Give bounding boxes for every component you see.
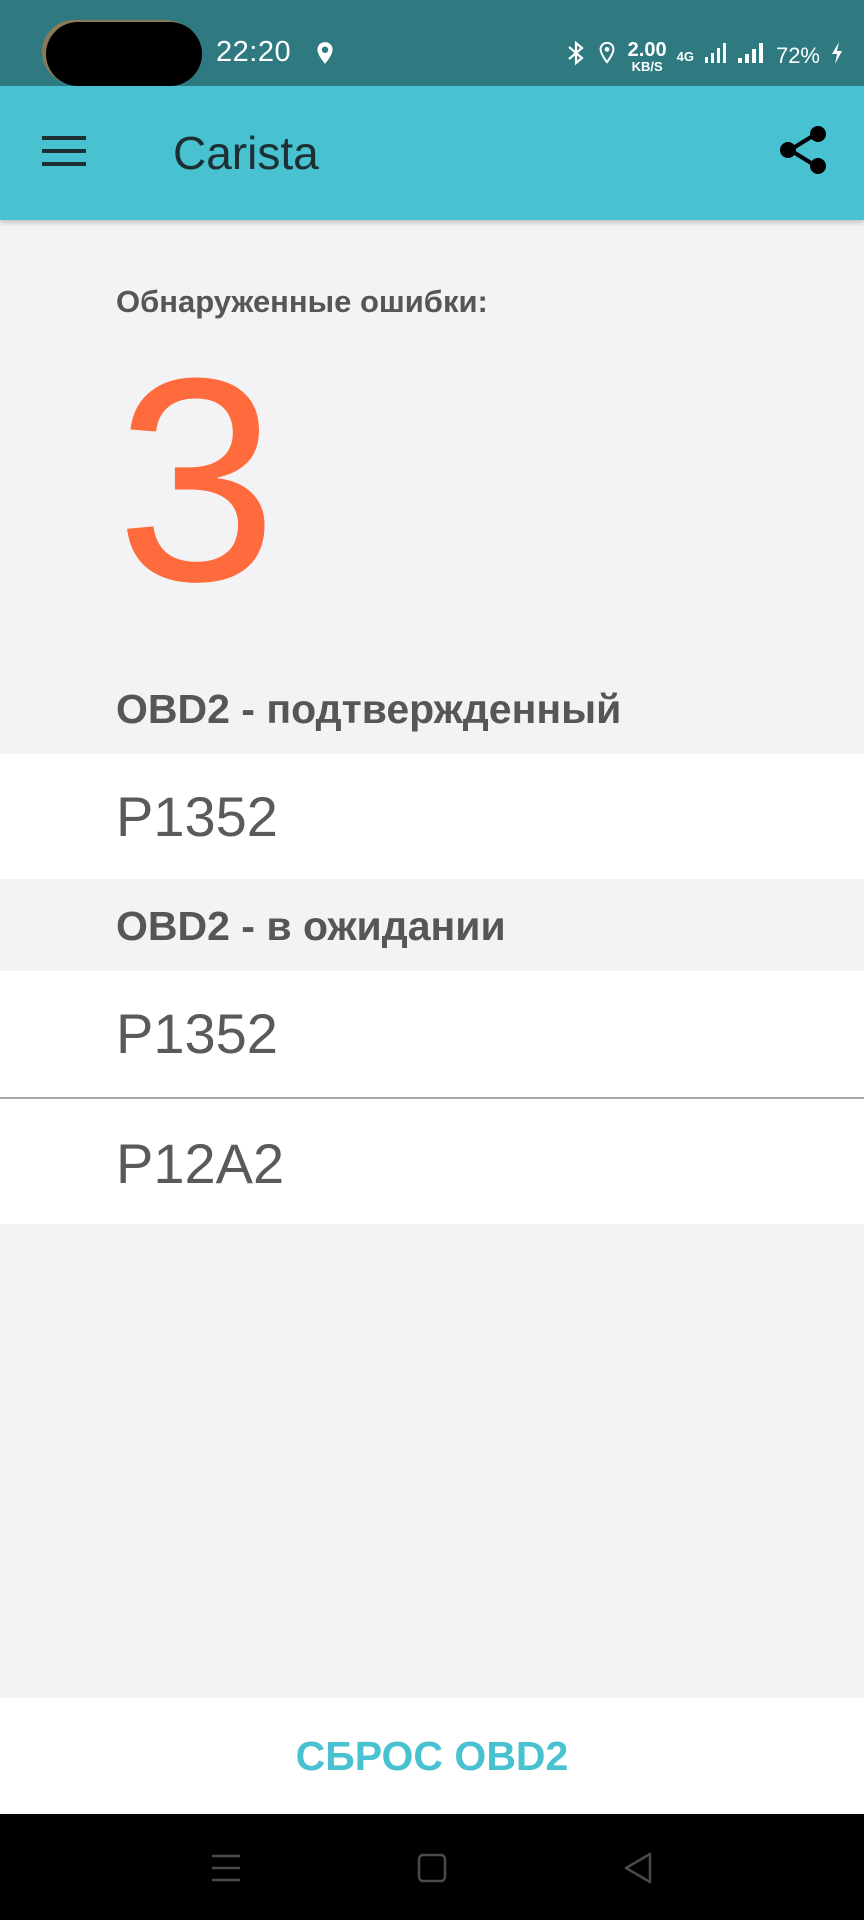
battery-level: 72% bbox=[775, 43, 820, 68]
net-speed-value: 2.00 bbox=[627, 38, 667, 61]
back-button[interactable] bbox=[612, 1842, 664, 1894]
network-type: 4G bbox=[676, 48, 694, 64]
recents-icon bbox=[212, 1854, 240, 1882]
recents-button[interactable] bbox=[200, 1842, 252, 1894]
error-code-row[interactable]: P1352 bbox=[0, 754, 864, 879]
bluetooth-icon bbox=[566, 40, 586, 72]
reset-obd2-button[interactable]: СБРОС OBD2 bbox=[0, 1698, 864, 1814]
share-icon bbox=[780, 126, 826, 174]
reset-bar: СБРОС OBD2 bbox=[0, 1698, 864, 1814]
error-code-row[interactable]: P1352 bbox=[0, 971, 864, 1098]
section-header-pending: OBD2 - в ожидании bbox=[116, 903, 506, 949]
home-button[interactable] bbox=[406, 1842, 458, 1894]
app-bar: Carista bbox=[0, 86, 864, 220]
status-bar: 22:20 2.00 KB/S 4G 72% bbox=[0, 0, 864, 86]
net-speed-unit: KB/S bbox=[631, 58, 663, 74]
camera-cutout bbox=[46, 22, 202, 86]
app-title: Carista bbox=[173, 127, 319, 179]
back-icon bbox=[624, 1852, 652, 1884]
status-icons: 2.00 KB/S 4G 72% bbox=[566, 36, 844, 76]
section-header-confirmed: OBD2 - подтвержденный bbox=[116, 686, 622, 732]
charging-icon bbox=[830, 41, 844, 71]
detected-errors-label: Обнаруженные ошибки: bbox=[116, 284, 488, 319]
net-speed: 2.00 KB/S bbox=[628, 40, 667, 73]
error-count: 3 bbox=[116, 318, 278, 642]
location-pin-icon bbox=[312, 40, 338, 71]
error-code: P12A2 bbox=[116, 1132, 285, 1195]
error-code: P1352 bbox=[116, 785, 278, 848]
share-button[interactable] bbox=[776, 122, 836, 182]
signal-strength-icon bbox=[704, 41, 726, 71]
home-icon bbox=[417, 1853, 447, 1883]
menu-button[interactable] bbox=[40, 130, 96, 174]
system-nav-bar bbox=[0, 1814, 864, 1920]
error-code-row[interactable]: P12A2 bbox=[0, 1099, 864, 1224]
signal-strength-icon-2 bbox=[736, 41, 766, 71]
error-code: P1352 bbox=[116, 1002, 278, 1065]
hamburger-menu-icon bbox=[42, 136, 86, 166]
status-time: 22:20 bbox=[216, 36, 292, 68]
location-icon bbox=[596, 40, 618, 72]
